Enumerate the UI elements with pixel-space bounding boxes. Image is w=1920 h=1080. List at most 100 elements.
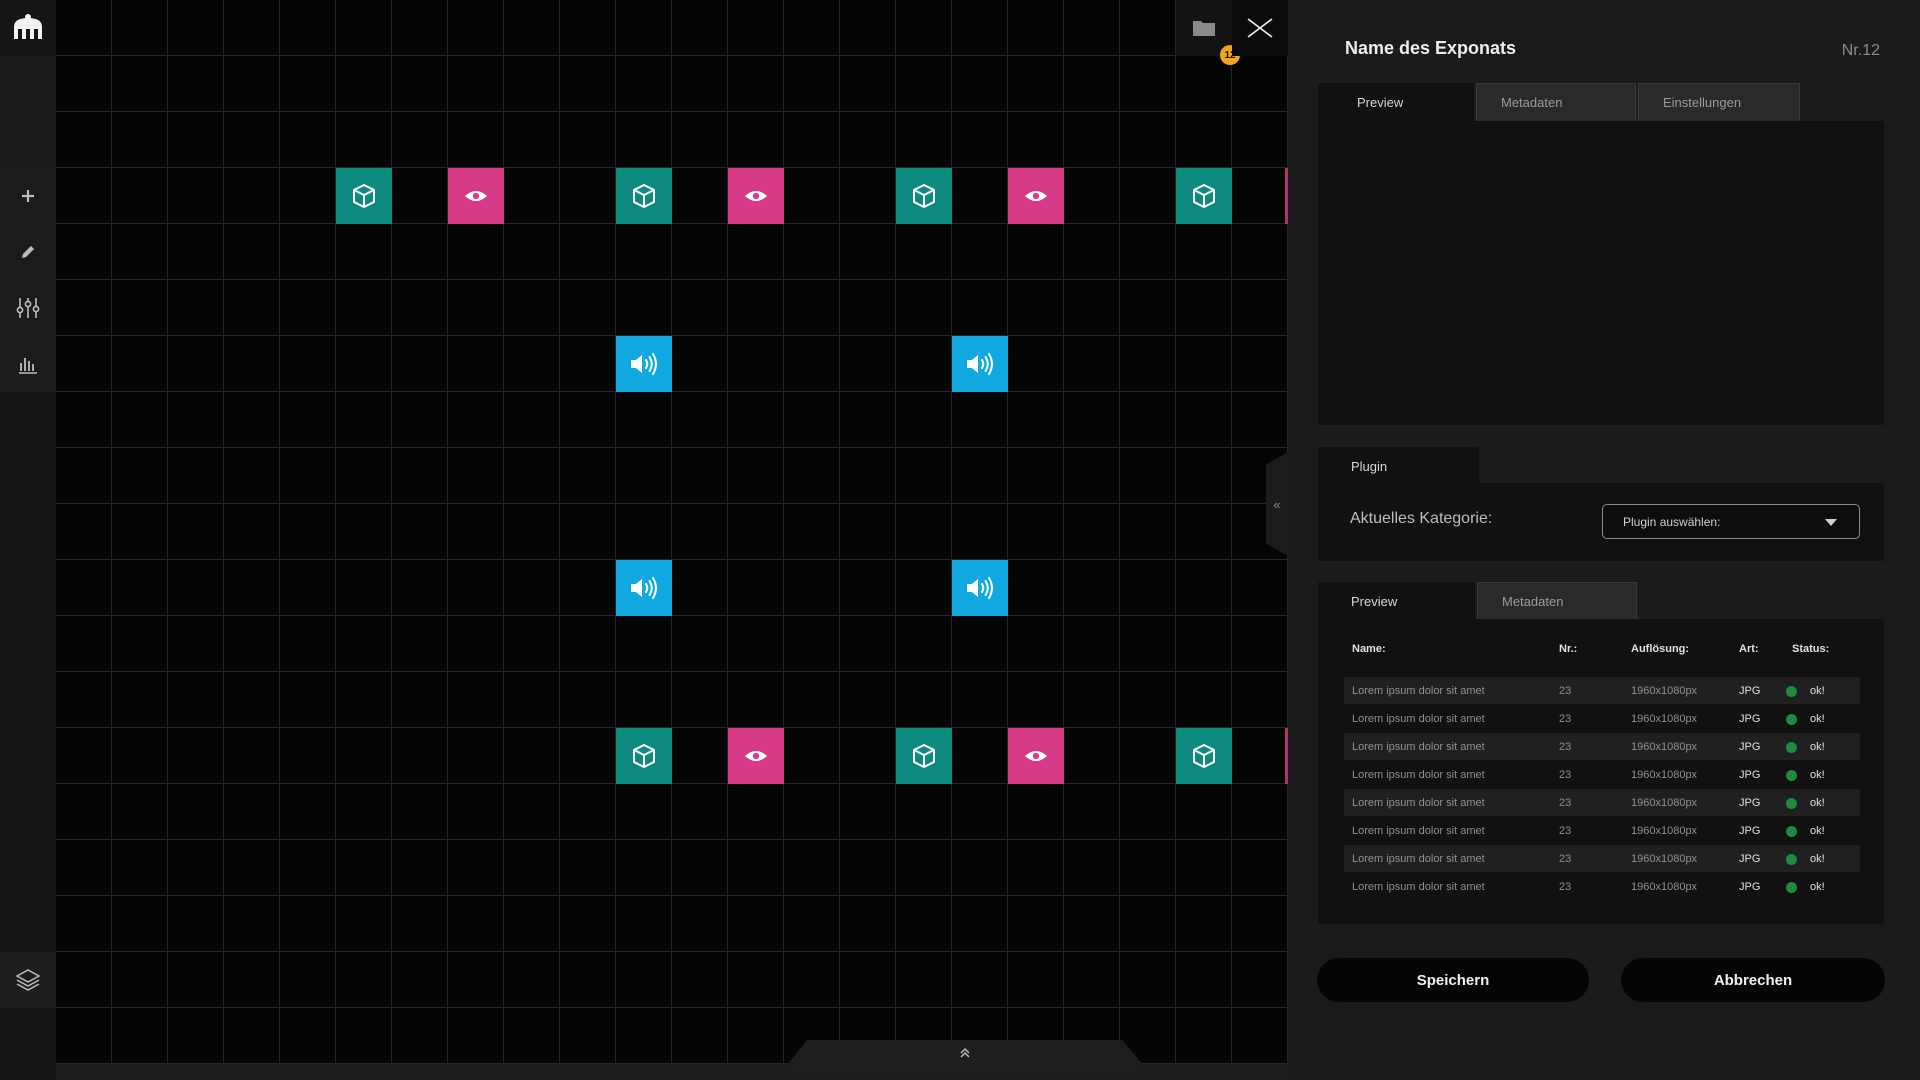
tab-preview[interactable]: Preview	[1318, 83, 1474, 121]
save-button[interactable]: Speichern	[1317, 958, 1589, 1002]
cell-nr: 23	[1559, 685, 1572, 697]
cube-icon	[913, 744, 935, 768]
toolbar-layers	[0, 952, 56, 1008]
toolbar-spacer	[0, 56, 56, 168]
status-ok-dot	[1786, 798, 1797, 809]
cube-icon	[1193, 184, 1215, 208]
view-tile[interactable]	[1008, 168, 1064, 224]
view-tile[interactable]	[1008, 728, 1064, 784]
cell-nr: 23	[1559, 853, 1572, 865]
object-tile[interactable]	[896, 728, 952, 784]
cell-nr: 23	[1559, 881, 1572, 893]
eye-icon	[1025, 191, 1047, 201]
table-row[interactable]: Lorem ipsum dolor sit amet 23 1960x1080p…	[1344, 705, 1860, 732]
tab-plugin[interactable]: Plugin	[1318, 447, 1479, 485]
cell-name: Lorem ipsum dolor sit amet	[1352, 741, 1485, 753]
cell-resolution: 1960x1080px	[1631, 685, 1698, 697]
table-row[interactable]: Lorem ipsum dolor sit amet 23 1960x1080p…	[1344, 677, 1860, 704]
cell-name: Lorem ipsum dolor sit amet	[1352, 881, 1485, 893]
object-tile[interactable]	[616, 728, 672, 784]
table-row[interactable]: Lorem ipsum dolor sit amet 23 1960x1080p…	[1344, 789, 1860, 816]
expand-bottom-handle[interactable]	[786, 1040, 1144, 1066]
status-ok-dot	[1786, 742, 1797, 753]
col-header-art: Art:	[1739, 643, 1759, 655]
exhibit-grid-canvas[interactable]	[56, 0, 1288, 1064]
cell-name: Lorem ipsum dolor sit amet	[1352, 825, 1485, 837]
cube-icon	[633, 184, 655, 208]
cell-art: JPG	[1739, 685, 1761, 697]
exhibit-number: Nr.12	[1841, 42, 1880, 59]
cell-status: ok!	[1810, 825, 1825, 837]
eye-icon	[465, 191, 487, 201]
col-header-name: Name:	[1352, 643, 1386, 655]
cell-nr: 23	[1559, 713, 1572, 725]
collapse-panel-handle[interactable]: «	[1266, 452, 1288, 556]
table-row[interactable]: Lorem ipsum dolor sit amet 23 1960x1080p…	[1344, 817, 1860, 844]
status-ok-dot	[1786, 686, 1797, 697]
cube-icon	[1193, 744, 1215, 768]
cell-art: JPG	[1739, 797, 1761, 809]
audio-tile[interactable]	[952, 336, 1008, 392]
cube-icon	[913, 184, 935, 208]
object-tile[interactable]	[336, 168, 392, 224]
audio-tile[interactable]	[616, 336, 672, 392]
status-ok-dot	[1786, 714, 1797, 725]
exhibit-title: Name des Exponats	[1345, 38, 1517, 58]
logo-icon	[14, 14, 42, 39]
object-tile[interactable]	[896, 168, 952, 224]
detail-tabs: Preview Metadaten Einstellungen	[1318, 83, 1800, 121]
cell-art: JPG	[1739, 853, 1761, 865]
cell-name: Lorem ipsum dolor sit amet	[1352, 853, 1485, 865]
view-tile[interactable]	[728, 728, 784, 784]
object-tile[interactable]	[1176, 728, 1232, 784]
cell-status: ok!	[1810, 769, 1825, 781]
statistics-button[interactable]	[0, 336, 56, 392]
speaker-icon	[631, 353, 657, 375]
table-row[interactable]: Lorem ipsum dolor sit amet 23 1960x1080p…	[1344, 733, 1860, 760]
caret-down-icon	[1825, 519, 1837, 526]
pencil-icon	[22, 246, 34, 258]
view-tile[interactable]	[448, 168, 504, 224]
bar-chart-icon	[19, 358, 37, 374]
cell-status: ok!	[1810, 741, 1825, 753]
cell-name: Lorem ipsum dolor sit amet	[1352, 797, 1485, 809]
view-tile[interactable]	[728, 168, 784, 224]
object-tile[interactable]	[616, 168, 672, 224]
file-tabs: Preview Metadaten	[1318, 582, 1637, 620]
audio-tile[interactable]	[952, 560, 1008, 616]
cell-nr: 23	[1559, 741, 1572, 753]
preview-area	[1318, 121, 1884, 425]
table-row[interactable]: Lorem ipsum dolor sit amet 23 1960x1080p…	[1344, 845, 1860, 872]
tab-file-preview[interactable]: Preview	[1318, 582, 1475, 620]
cube-icon	[353, 184, 375, 208]
audio-tile[interactable]	[616, 560, 672, 616]
tab-metadaten[interactable]: Metadaten	[1476, 83, 1636, 121]
plugin-select[interactable]: Plugin auswählen:	[1602, 504, 1860, 539]
cancel-button[interactable]: Abbrechen	[1621, 958, 1885, 1002]
plus-icon	[22, 190, 34, 202]
tab-file-metadaten[interactable]: Metadaten	[1477, 582, 1637, 620]
col-header-nr: Nr.:	[1559, 643, 1578, 655]
app-logo[interactable]	[0, 0, 56, 56]
layers-button[interactable]	[0, 952, 56, 1008]
cell-status: ok!	[1810, 853, 1825, 865]
settings-button[interactable]	[0, 280, 56, 336]
close-canvas-button[interactable]	[1232, 0, 1288, 56]
cell-resolution: 1960x1080px	[1631, 713, 1698, 725]
object-tile[interactable]	[1176, 168, 1232, 224]
tab-einstellungen[interactable]: Einstellungen	[1638, 83, 1800, 121]
table-row[interactable]: Lorem ipsum dolor sit amet 23 1960x1080p…	[1344, 761, 1860, 788]
table-row[interactable]: Lorem ipsum dolor sit amet 23 1960x1080p…	[1344, 873, 1860, 900]
canvas-bottom-bar	[56, 1064, 1288, 1080]
add-button[interactable]	[0, 168, 56, 224]
status-ok-dot	[1786, 882, 1797, 893]
speaker-icon	[967, 353, 993, 375]
cell-resolution: 1960x1080px	[1631, 881, 1698, 893]
edit-button[interactable]	[0, 224, 56, 280]
cell-name: Lorem ipsum dolor sit amet	[1352, 769, 1485, 781]
folder-icon	[1193, 21, 1215, 36]
status-ok-dot	[1786, 770, 1797, 781]
status-ok-dot	[1786, 854, 1797, 865]
cell-resolution: 1960x1080px	[1631, 741, 1698, 753]
left-toolbar	[0, 0, 56, 1080]
